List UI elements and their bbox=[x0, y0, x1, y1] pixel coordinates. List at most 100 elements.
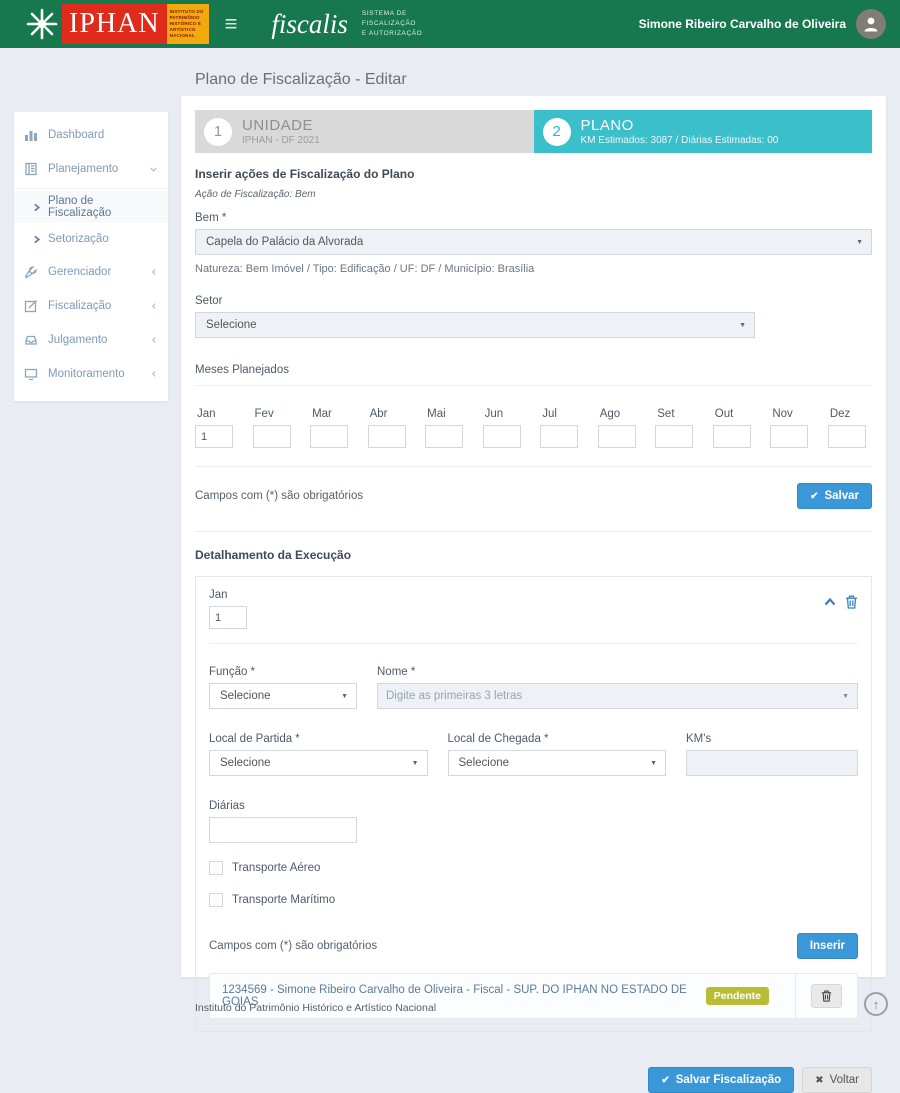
sidebar-item-label: Julgamento bbox=[48, 334, 107, 346]
save-plan-button[interactable]: ✔ Salvar bbox=[797, 483, 872, 509]
delete-panel-icon[interactable] bbox=[845, 595, 858, 609]
exec-month-input[interactable] bbox=[209, 606, 247, 629]
sidebar-item-label: Gerenciador bbox=[48, 266, 111, 278]
month-input-nov[interactable] bbox=[770, 425, 808, 448]
sidebar-item-gerenciador[interactable]: Gerenciador bbox=[14, 255, 168, 289]
funcao-select-value: Selecione bbox=[220, 690, 271, 702]
chevron-left-icon bbox=[150, 268, 158, 276]
dropdown-arrow-icon: ▼ bbox=[739, 322, 746, 329]
chevron-left-icon bbox=[150, 370, 158, 378]
user-name: Simone Ribeiro Carvalho de Oliveira bbox=[639, 17, 846, 31]
transporte-maritimo-label: Transporte Marítimo bbox=[232, 894, 335, 906]
execution-section-title: Detalhamento da Execução bbox=[195, 548, 872, 562]
month-input-ago[interactable] bbox=[598, 425, 636, 448]
partida-label: Local de Partida * bbox=[209, 733, 428, 745]
sidebar-item-fiscalizacao[interactable]: Fiscalização bbox=[14, 289, 168, 323]
month-label: Dez bbox=[828, 408, 872, 420]
back-button[interactable]: ✖ Voltar bbox=[802, 1067, 872, 1093]
partida-select[interactable]: Selecione ▼ bbox=[209, 750, 428, 776]
sidebar-item-dashboard[interactable]: Dashboard bbox=[14, 118, 168, 152]
sidebar-item-planejamento[interactable]: Planejamento bbox=[14, 152, 168, 186]
transporte-aereo-checkbox[interactable]: Transporte Aéreo bbox=[209, 861, 858, 875]
kms-input[interactable] bbox=[686, 750, 858, 776]
sidebar-item-setorizacao[interactable]: Setorização bbox=[14, 223, 168, 255]
dropdown-arrow-icon: ▼ bbox=[341, 693, 348, 700]
checkbox-icon[interactable] bbox=[209, 893, 223, 907]
kms-label: KM's bbox=[686, 733, 858, 745]
month-input-out[interactable] bbox=[713, 425, 751, 448]
month-label: Mai bbox=[425, 408, 469, 420]
scroll-to-top-button[interactable]: ↑ bbox=[864, 992, 888, 1016]
sidebar-divider bbox=[14, 188, 168, 189]
bem-select[interactable]: Capela do Palácio da Alvorada ▼ bbox=[195, 229, 872, 255]
chevron-right-icon bbox=[32, 235, 41, 244]
month-input-jul[interactable] bbox=[540, 425, 578, 448]
month-label: Jan bbox=[195, 408, 239, 420]
diarias-input[interactable] bbox=[209, 817, 357, 843]
nome-label: Nome * bbox=[377, 666, 858, 678]
sidebar-item-label: Planejamento bbox=[48, 163, 118, 175]
month-input-jan[interactable] bbox=[195, 425, 233, 448]
system-name-line: SISTEMA DE bbox=[362, 9, 422, 19]
back-button-label: Voltar bbox=[830, 1074, 859, 1086]
month-label: Nov bbox=[770, 408, 814, 420]
iphan-org-name: INSTITUTO DO PATRIMÔNIO HISTÓRICO E ARTÍ… bbox=[167, 4, 209, 44]
table-row-action-cell bbox=[795, 974, 857, 1018]
sidebar-item-plano-de-fiscalizacao[interactable]: Plano de Fiscalização bbox=[14, 191, 168, 223]
divider bbox=[195, 531, 872, 532]
step-subtitle: IPHAN - DF 2021 bbox=[242, 135, 320, 146]
month-input-dez[interactable] bbox=[828, 425, 866, 448]
transporte-maritimo-checkbox[interactable]: Transporte Marítimo bbox=[209, 893, 858, 907]
month-input-jun[interactable] bbox=[483, 425, 521, 448]
month-input-set[interactable] bbox=[655, 425, 693, 448]
bem-help-text: Natureza: Bem Imóvel / Tipo: Edificação … bbox=[195, 263, 872, 275]
nome-input[interactable] bbox=[377, 683, 858, 709]
partida-select-value: Selecione bbox=[220, 757, 271, 769]
insert-button[interactable]: Inserir bbox=[797, 933, 858, 959]
divider bbox=[195, 466, 872, 467]
dropdown-arrow-icon: ▼ bbox=[650, 760, 657, 767]
sidebar-item-label: Fiscalização bbox=[48, 300, 111, 312]
execution-month-panel: Jan Função * Selecione bbox=[195, 576, 872, 1032]
iphan-logo-text: IPHAN bbox=[62, 4, 167, 44]
dropdown-arrow-icon: ▼ bbox=[412, 760, 419, 767]
iphan-emblem-icon bbox=[22, 4, 62, 44]
month-label: Out bbox=[713, 408, 757, 420]
month-label: Jul bbox=[540, 408, 584, 420]
month-input-mai[interactable] bbox=[425, 425, 463, 448]
delete-fiscal-button[interactable] bbox=[811, 984, 842, 1008]
step-subtitle: KM Estimados: 3087 / Diárias Estimadas: … bbox=[581, 135, 779, 146]
required-fields-note: Campos com (*) são obrigatórios bbox=[195, 490, 363, 502]
bem-select-value: Capela do Palácio da Alvorada bbox=[206, 236, 363, 248]
funcao-label: Função * bbox=[209, 666, 357, 678]
setor-select[interactable]: Selecione ▼ bbox=[195, 312, 755, 338]
checkbox-icon[interactable] bbox=[209, 861, 223, 875]
sidebar-item-monitoramento[interactable]: Monitoramento bbox=[14, 357, 168, 391]
month-input-fev[interactable] bbox=[253, 425, 291, 448]
footer-institution-text: Instituto do Patrimônio Histórico e Artí… bbox=[195, 1002, 436, 1014]
sidebar-item-julgamento[interactable]: Julgamento bbox=[14, 323, 168, 357]
chevron-left-icon bbox=[150, 302, 158, 310]
user-avatar-icon[interactable] bbox=[856, 9, 886, 39]
sidebar-subitem-label: Plano de Fiscalização bbox=[48, 195, 158, 219]
collapse-panel-icon[interactable] bbox=[823, 595, 837, 609]
required-fields-note: Campos com (*) são obrigatórios bbox=[209, 940, 377, 952]
sidebar-item-label: Dashboard bbox=[48, 129, 104, 141]
user-menu[interactable]: Simone Ribeiro Carvalho de Oliveira bbox=[639, 9, 886, 39]
chegada-select[interactable]: Selecione ▼ bbox=[448, 750, 667, 776]
wizard-step-unidade[interactable]: 1 UNIDADE IPHAN - DF 2021 bbox=[195, 110, 534, 153]
check-icon: ✔ bbox=[661, 1075, 669, 1086]
edit-icon bbox=[24, 299, 40, 313]
inbox-icon bbox=[24, 333, 40, 347]
wizard-step-plano[interactable]: 2 PLANO KM Estimados: 3087 / Diárias Est… bbox=[534, 110, 873, 153]
step-number: 2 bbox=[543, 118, 571, 146]
save-fiscalizacao-button[interactable]: ✔ Salvar Fiscalização bbox=[648, 1067, 794, 1093]
iphan-logo: IPHAN INSTITUTO DO PATRIMÔNIO HISTÓRICO … bbox=[22, 4, 209, 44]
funcao-select[interactable]: Selecione ▼ bbox=[209, 683, 357, 709]
divider bbox=[209, 643, 858, 644]
menu-toggle-icon[interactable]: ≡ bbox=[225, 13, 238, 35]
month-input-mar[interactable] bbox=[310, 425, 348, 448]
month-input-abr[interactable] bbox=[368, 425, 406, 448]
sidebar-subitem-label: Setorização bbox=[48, 233, 109, 245]
fiscalis-brand: fiscalis bbox=[271, 9, 348, 40]
